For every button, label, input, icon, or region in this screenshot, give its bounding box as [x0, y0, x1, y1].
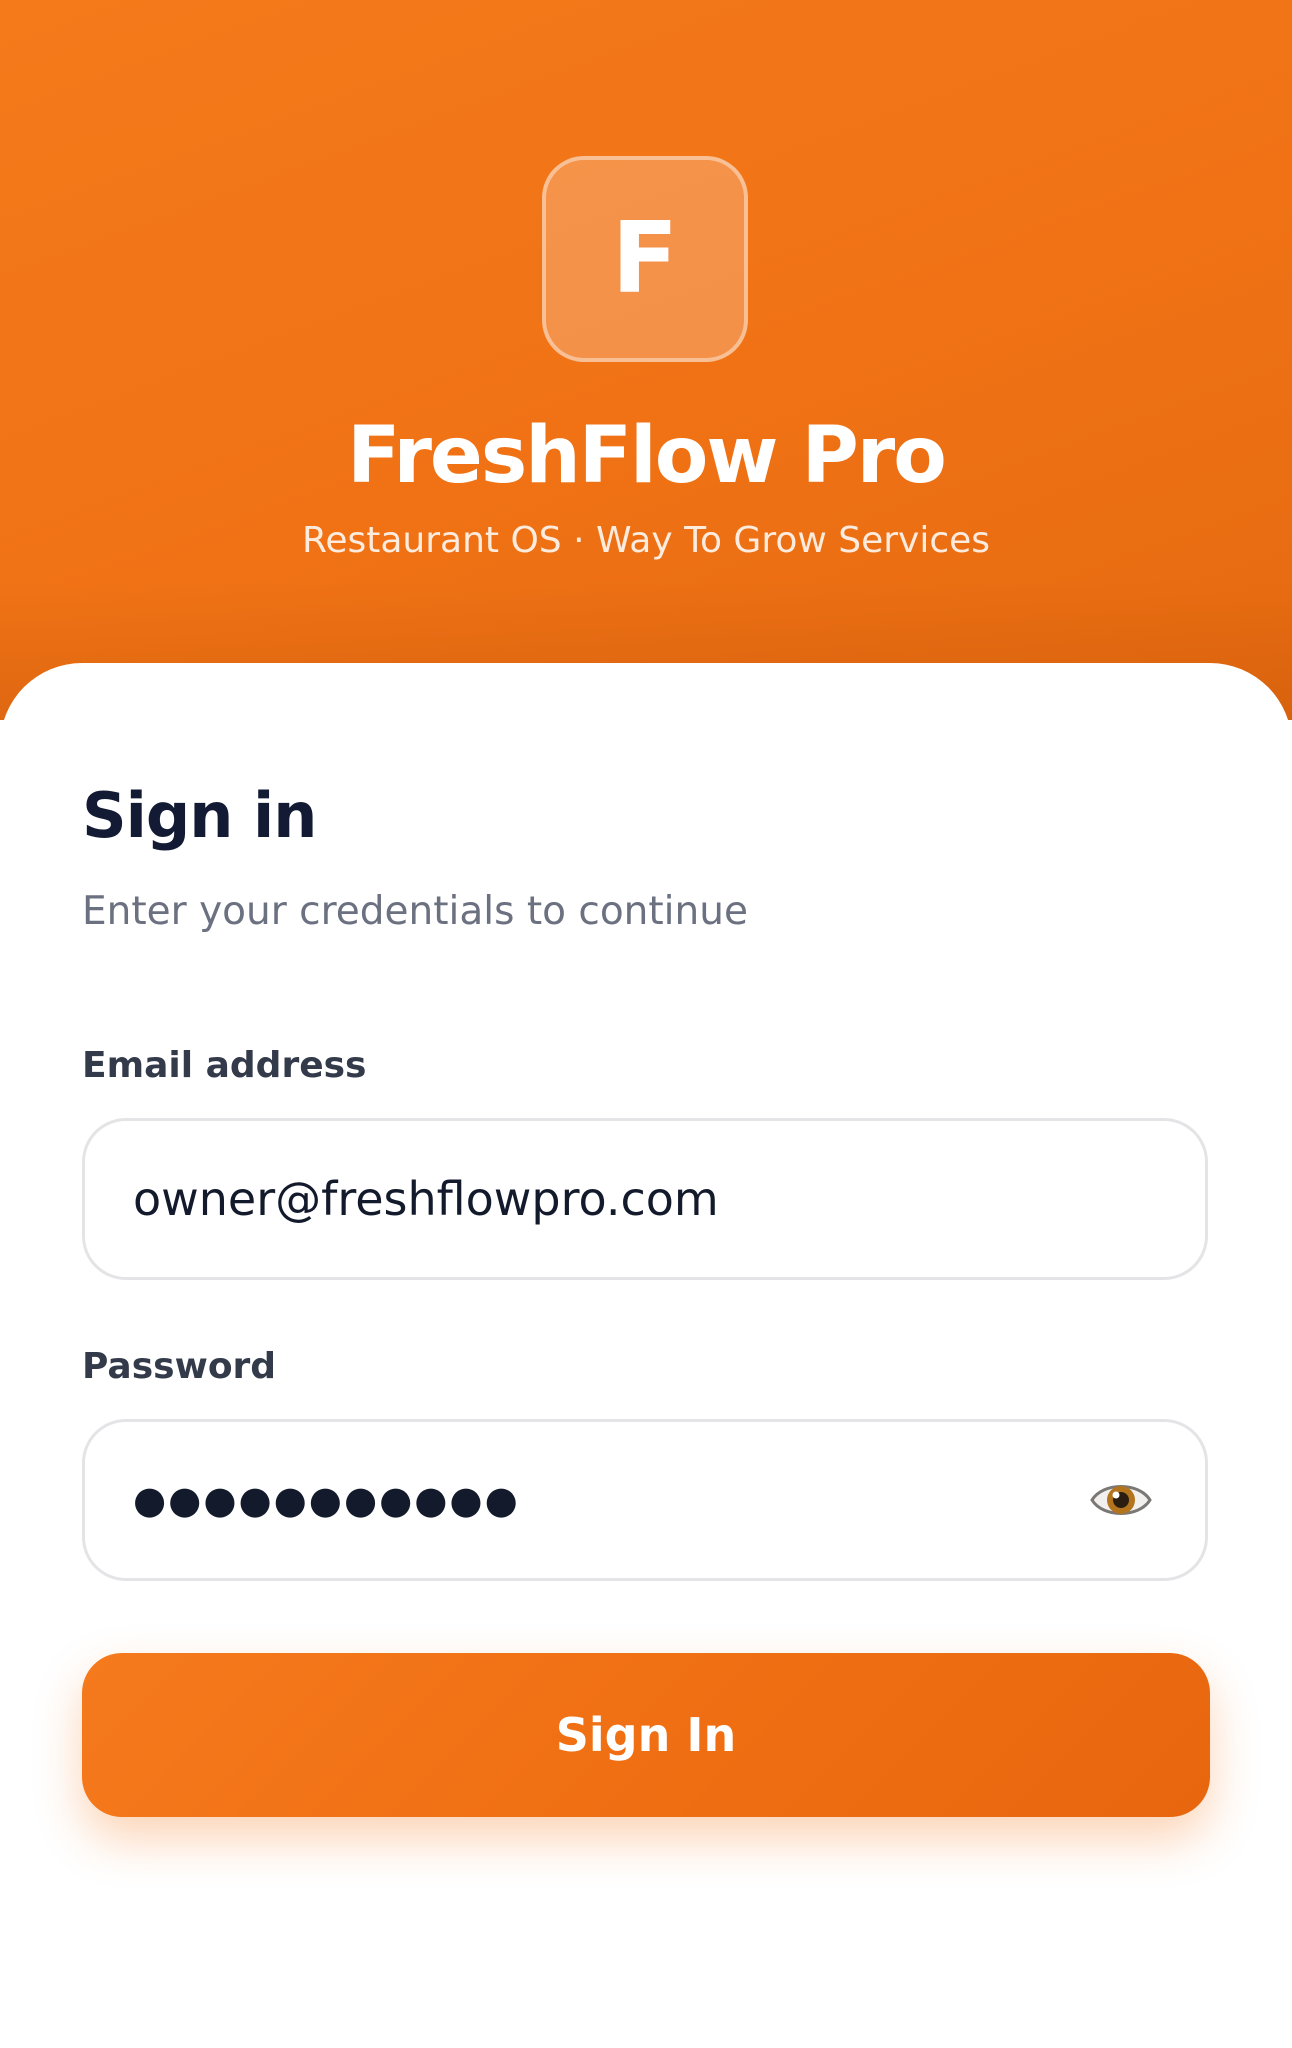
eye-icon[interactable] [1089, 1475, 1153, 1525]
page-title: Sign in [82, 779, 317, 852]
email-value[interactable]: owner@freshflowpro.com [133, 1169, 719, 1229]
email-field[interactable]: owner@freshflowpro.com [82, 1118, 1208, 1280]
app-name: FreshFlow Pro [347, 411, 947, 501]
sign-in-button[interactable]: Sign In [82, 1653, 1210, 1817]
password-field[interactable]: ●●●●●●●●●●● [82, 1419, 1208, 1581]
page-subtitle: Enter your credentials to continue [82, 889, 748, 934]
email-label: Email address [82, 1045, 367, 1086]
password-value[interactable]: ●●●●●●●●●●● [133, 1470, 520, 1530]
logo-letter: F [611, 202, 679, 316]
app-tagline: Restaurant OS · Way To Grow Services [301, 520, 991, 561]
password-label: Password [82, 1346, 277, 1387]
app-logo: F [542, 156, 748, 362]
